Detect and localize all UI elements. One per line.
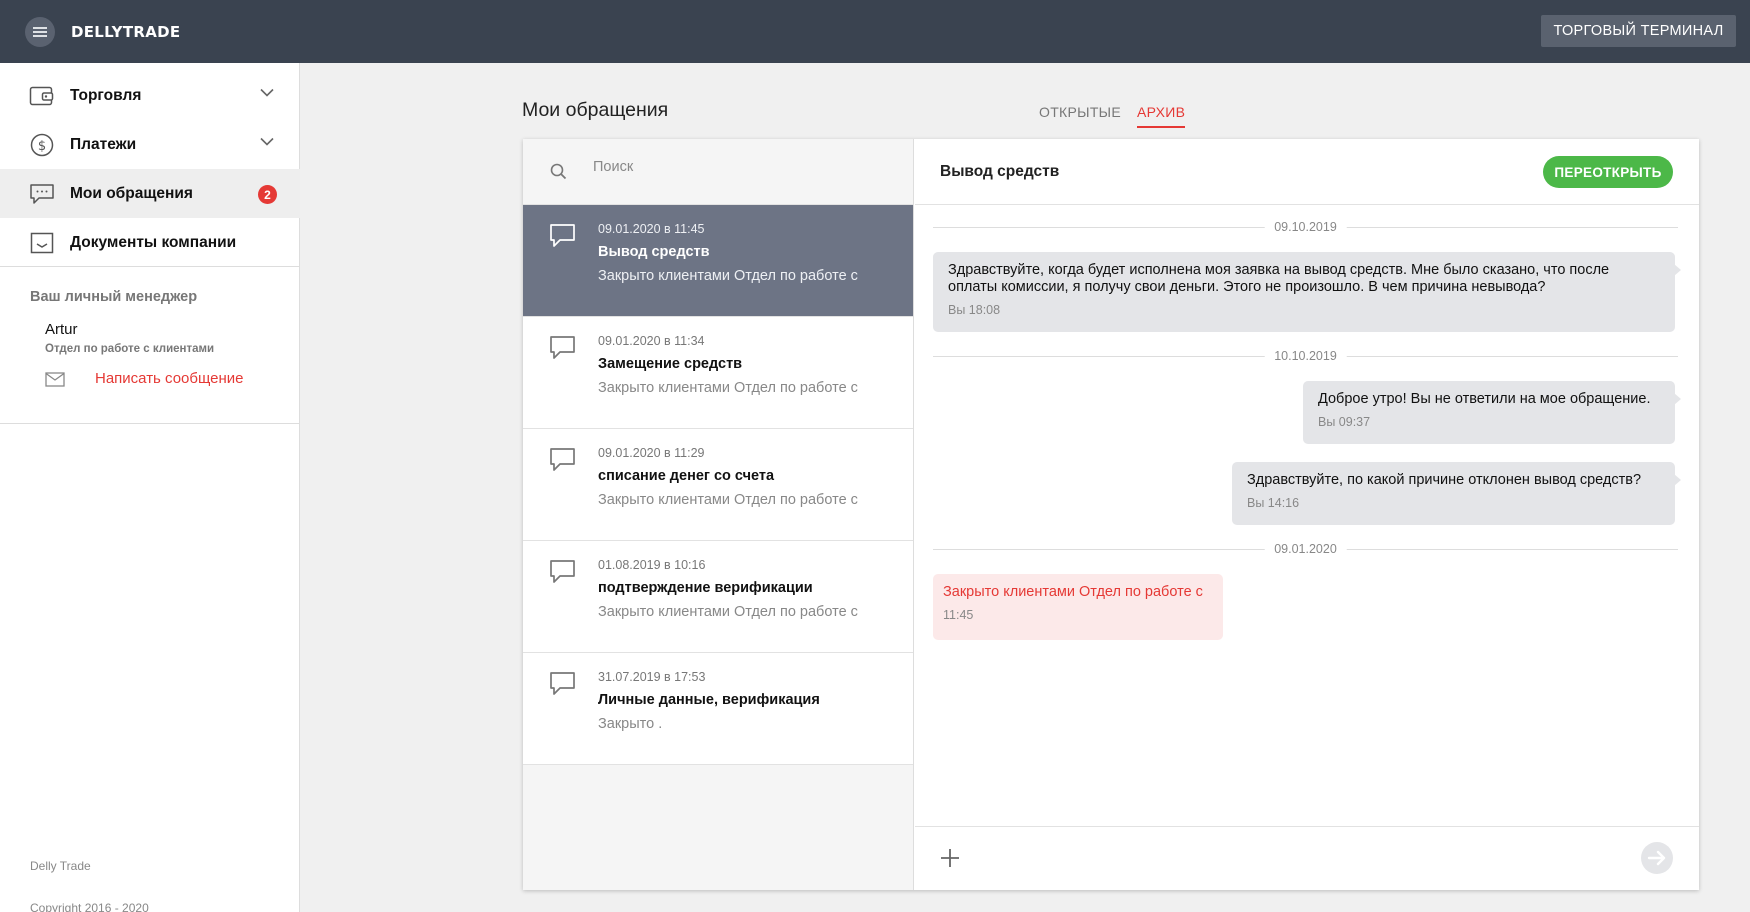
ticket-item[interactable]: 01.08.2019 в 10:16 подтверждение верифик…	[523, 541, 913, 653]
tab-open[interactable]: ОТКРЫТЫЕ	[1039, 104, 1121, 120]
ticket-title: подтверждение верификации	[598, 580, 813, 596]
date-separator: 09.01.2020	[933, 542, 1678, 556]
arrow-right-circle-icon[interactable]	[1640, 841, 1674, 875]
sidebar-item-label: Платежи	[70, 136, 137, 153]
sidebar: Торговля $ Платежи Мои обращения 2 Докум…	[0, 63, 300, 912]
manager-department: Отдел по работе с клиентами	[45, 343, 215, 355]
ticket-status: Закрыто клиентами Отдел по работе с	[598, 604, 858, 620]
sidebar-item-my-requests[interactable]: Мои обращения 2	[0, 169, 300, 218]
chat-bubble-icon	[550, 560, 575, 583]
date-separator-label: 09.10.2019	[1264, 220, 1347, 234]
chat-bubble-icon	[550, 448, 575, 471]
ticket-date: 01.08.2019 в 10:16	[598, 558, 706, 572]
write-message-link[interactable]: Написать сообщение	[95, 370, 244, 387]
requests-panel: 09.01.2020 в 11:45 Вывод средств Закрыто…	[523, 139, 1699, 890]
message-text-line: Здравствуйте, когда будет исполнена моя …	[948, 262, 1610, 278]
ticket-item[interactable]: 31.07.2019 в 17:53 Личные данные, верифи…	[523, 653, 913, 765]
date-separator: 10.10.2019	[933, 349, 1678, 363]
wallet-icon	[29, 86, 54, 106]
sidebar-item-trading[interactable]: Торговля	[0, 71, 300, 120]
chat-bubble-icon	[550, 336, 575, 359]
message-text-line: Доброе утро! Вы не ответили на мое обращ…	[1318, 391, 1651, 407]
chat-message: Здравствуйте, по какой причине отклонен …	[1232, 462, 1681, 525]
message-text-line: Здравствуйте, по какой причине отклонен …	[1247, 472, 1642, 488]
sidebar-item-company-documents[interactable]: Документы компании	[0, 218, 300, 267]
ticket-date: 09.01.2020 в 11:45	[598, 222, 705, 236]
unread-count-badge: 2	[258, 185, 277, 204]
search-input[interactable]	[593, 159, 893, 175]
page-title: Мои обращения	[522, 99, 669, 121]
date-separator-label: 10.10.2019	[1264, 349, 1347, 363]
chevron-down-icon[interactable]	[260, 137, 274, 146]
chevron-down-icon[interactable]	[260, 88, 274, 97]
ticket-status: Закрыто клиентами Отдел по работе с	[598, 380, 858, 396]
message-meta: Вы 14:16	[1247, 496, 1300, 510]
message-meta: Вы 18:08	[948, 303, 1001, 317]
ticket-title: Вывод средств	[598, 244, 710, 260]
mail-icon	[45, 372, 65, 387]
system-message: Закрыто клиентами Отдел по работе с 11:4…	[933, 574, 1223, 640]
tab-archive[interactable]: АРХИВ	[1137, 104, 1186, 128]
chat-panel: Вывод средств ПЕРЕОТКРЫТЬ 09.10.2019 Здр…	[915, 139, 1699, 890]
menu-icon[interactable]	[25, 17, 55, 47]
ticket-item[interactable]: 09.01.2020 в 11:45 Вывод средств Закрыто…	[523, 205, 913, 317]
ticket-date: 09.01.2020 в 11:29	[598, 446, 705, 460]
ticket-title: Замещение средств	[598, 356, 743, 372]
svg-text:$: $	[38, 139, 46, 154]
inbox-icon	[30, 232, 54, 254]
dollar-coin-icon: $	[30, 133, 54, 157]
sidebar-item-label: Мои обращения	[70, 185, 193, 202]
message-meta: 11:45	[943, 608, 974, 622]
sidebar-item-payments[interactable]: $ Платежи	[0, 120, 300, 169]
date-separator-label: 09.01.2020	[1264, 542, 1347, 556]
date-separator: 09.10.2019	[933, 220, 1678, 234]
chat-bubble-icon	[550, 672, 575, 695]
chat-title: Вывод средств	[940, 163, 1060, 180]
chat-message: Доброе утро! Вы не ответили на мое обращ…	[1303, 381, 1681, 444]
ticket-date: 09.01.2020 в 11:34	[598, 334, 705, 348]
footer-brand: Delly Trade	[30, 859, 91, 873]
ticket-status: Закрыто клиентами Отдел по работе с	[598, 268, 858, 284]
chat-header: Вывод средств ПЕРЕОТКРЫТЬ	[915, 139, 1699, 205]
top-bar: DELLYTRADE ТОРГОВЫЙ ТЕРМИНАЛ	[0, 0, 1750, 63]
search-bar	[523, 139, 914, 205]
ticket-list: 09.01.2020 в 11:45 Вывод средств Закрыто…	[523, 139, 914, 890]
message-text-line: оплаты комиссии, я получу свои деньги. Э…	[948, 279, 1546, 295]
sidebar-item-label: Торговля	[70, 87, 142, 104]
ticket-date: 31.07.2019 в 17:53	[598, 670, 706, 684]
manager-section-title: Ваш личный менеджер	[30, 289, 198, 305]
ticket-status: Закрыто клиентами Отдел по работе с	[598, 492, 858, 508]
app-logo[interactable]: DELLYTRADE	[71, 23, 180, 41]
sidebar-divider	[0, 423, 300, 424]
ticket-title: списание денег со счета	[598, 468, 775, 484]
message-composer	[915, 826, 1699, 890]
ticket-title: Личные данные, верификация	[598, 692, 820, 708]
search-icon	[550, 163, 567, 180]
message-meta: Вы 09:37	[1318, 415, 1371, 429]
ticket-status: Закрыто .	[598, 716, 663, 732]
ticket-item[interactable]: 09.01.2020 в 11:29 списание денег со сче…	[523, 429, 913, 541]
chat-icon	[30, 184, 54, 204]
ticket-item[interactable]: 09.01.2020 в 11:34 Замещение средств Зак…	[523, 317, 913, 429]
trading-terminal-button[interactable]: ТОРГОВЫЙ ТЕРМИНАЛ	[1541, 15, 1736, 47]
chat-bubble-icon	[550, 224, 575, 247]
sidebar-item-label: Документы компании	[70, 234, 237, 251]
footer-copyright: Copyright 2016 - 2020	[30, 901, 149, 912]
manager-name: Artur	[45, 321, 78, 338]
sidebar-divider	[0, 266, 300, 267]
reopen-button[interactable]: ПЕРЕОТКРЫТЬ	[1543, 156, 1673, 188]
plus-icon[interactable]	[939, 847, 961, 869]
chat-message: Здравствуйте, когда будет исполнена моя …	[933, 252, 1681, 332]
message-text-line: Закрыто клиентами Отдел по работе с	[943, 584, 1203, 600]
